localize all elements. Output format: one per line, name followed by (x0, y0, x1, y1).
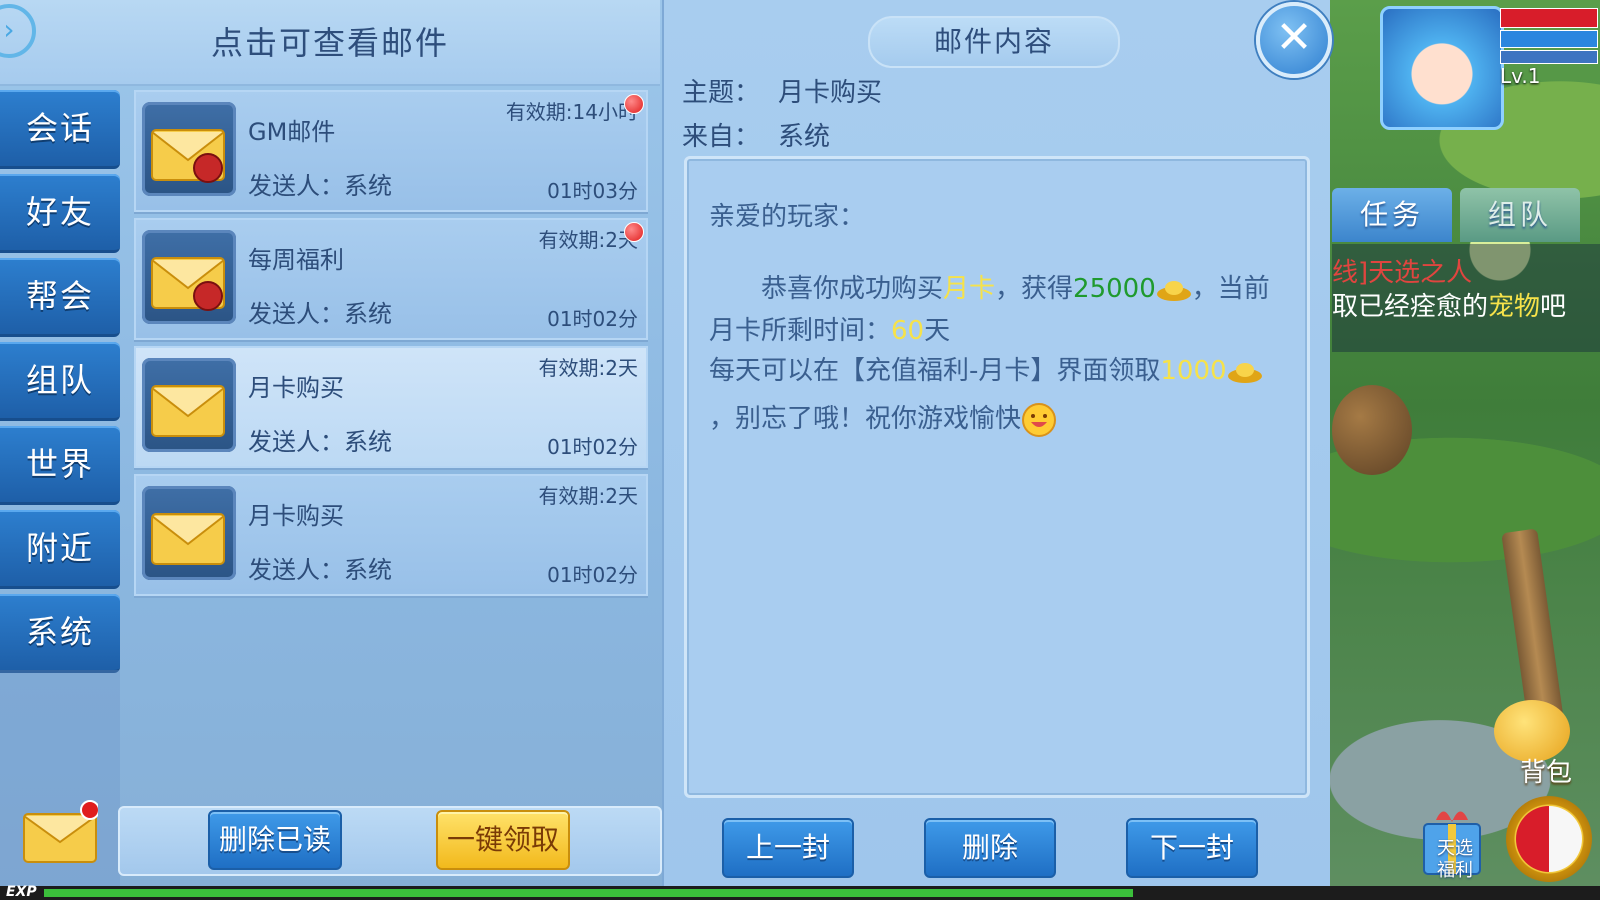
envelope-icon (151, 385, 225, 437)
mail-item-monthly-card[interactable]: 月卡购买 发送人：系统 有效期:2天 01时02分 (134, 474, 648, 596)
mail-expiry: 有效期:2天 (538, 484, 638, 508)
mail-sender: 发送人：系统 (248, 556, 392, 584)
mail-time: 01时03分 (547, 179, 638, 203)
smile-emoji-icon (1022, 402, 1057, 437)
taiji-symbol (1516, 806, 1582, 872)
taiji-menu-icon[interactable] (1506, 796, 1592, 882)
player-level: Lv.1 (1500, 64, 1541, 88)
mp-bar (1500, 30, 1598, 48)
channel-guild[interactable]: 帮会 (0, 258, 120, 337)
energy-bar (1500, 50, 1598, 64)
mail-list-actions (118, 806, 662, 876)
mail-item-monthly-card-selected[interactable]: 月卡购买 发送人：系统 有效期:2天 01时02分 (134, 346, 648, 468)
welfare-label[interactable]: 天选福利 (1430, 838, 1480, 882)
envelope-with-gift-icon (151, 257, 225, 311)
claim-all-button[interactable]: 一键领取 (436, 810, 570, 870)
mail-item-weekly[interactable]: 每周福利 发送人：系统 有效期:2天 01时02分 (134, 218, 648, 340)
coconut (1332, 385, 1412, 475)
exp-label: EXP (6, 884, 37, 900)
mail-body-line-3: 每天可以在【充值福利-月卡】界面领取1000 (709, 351, 1299, 391)
mail-time: 01时02分 (547, 563, 638, 587)
mail-sender: 发送人：系统 (248, 428, 392, 456)
exp-bar-fill (44, 889, 1133, 897)
mail-thumbnail (142, 230, 236, 324)
mail-expiry: 有效期:2天 (538, 356, 638, 380)
channel-team[interactable]: 组队 (0, 342, 120, 421)
mail-expiry: 有效期:14小时 (505, 100, 638, 124)
mail-title: 月卡购买 (248, 502, 344, 530)
envelope-icon (151, 513, 225, 565)
hp-bar (1500, 8, 1598, 28)
mail-item-gm[interactable]: GM邮件 发送人：系统 有效期:14小时 01时03分 (134, 90, 648, 212)
mail-body-line-4: ，别忘了哦！祝你游戏愉快 (709, 399, 1299, 439)
gold-ingot-icon (1156, 280, 1191, 301)
channel-nearby[interactable]: 附近 (0, 510, 120, 589)
mail-time: 01时02分 (547, 307, 638, 331)
mail-title: 月卡购买 (248, 374, 344, 402)
mail-expiry: 有效期:2天 (538, 228, 638, 252)
delete-mail-button[interactable]: 删除 (924, 818, 1056, 878)
tab-quest[interactable]: 任务 (1332, 188, 1452, 242)
close-icon[interactable]: ✕ (1256, 2, 1332, 78)
gold-ingot-icon (1227, 362, 1262, 383)
envelope-with-gift-icon (151, 129, 225, 183)
player-avatar[interactable] (1380, 6, 1504, 130)
delete-read-button[interactable]: 删除已读 (208, 810, 342, 870)
mail-thumbnail (142, 358, 236, 452)
quest-title: 线]天选之人 (1332, 258, 1473, 288)
sidebar-footer (0, 670, 120, 900)
mail-time: 01时02分 (547, 435, 638, 459)
quest-description: 取已经痊愈的宠物吧 (1332, 292, 1567, 322)
bag-label[interactable]: 背包 (1520, 752, 1572, 789)
mail-body: 亲爱的玩家： 恭喜你成功购买月卡，获得25000 ，当前 月卡所剩时间：60天 每… (684, 156, 1310, 798)
mail-subject: 主题： 月卡购买 (682, 78, 883, 108)
channel-system[interactable]: 系统 (0, 594, 120, 673)
mail-from: 来自： 系统 (682, 122, 831, 152)
mail-sender: 发送人：系统 (248, 300, 392, 328)
mail-title: GM邮件 (248, 118, 336, 146)
mail-thumbnail (142, 102, 236, 196)
mail-title: 每周福利 (248, 246, 344, 274)
next-mail-button[interactable]: 下一封 (1126, 818, 1258, 878)
prev-mail-button[interactable]: 上一封 (722, 818, 854, 878)
channel-chat[interactable]: 会话 (0, 90, 120, 169)
channel-world[interactable]: 世界 (0, 426, 120, 505)
mail-content-panel: 邮件内容 主题： 月卡购买 来自： 系统 亲爱的玩家： 恭喜你成功购买月卡，获得25… (662, 0, 1330, 886)
mail-body-line-2: 月卡所剩时间：60天 (709, 316, 951, 346)
mail-greeting: 亲爱的玩家： (709, 202, 866, 232)
content-title: 邮件内容 (868, 16, 1120, 68)
mailbox-icon[interactable] (22, 800, 98, 864)
mail-sender: 发送人：系统 (248, 172, 392, 200)
page-title: 点击可查看邮件 (210, 24, 449, 62)
channel-friends[interactable]: 好友 (0, 174, 120, 253)
unread-badge (624, 222, 644, 242)
mail-body-line-1: 恭喜你成功购买月卡，获得25000 ，当前 (761, 274, 1270, 304)
tab-team[interactable]: 组队 (1460, 188, 1580, 242)
mail-thumbnail (142, 486, 236, 580)
unread-badge (624, 94, 644, 114)
